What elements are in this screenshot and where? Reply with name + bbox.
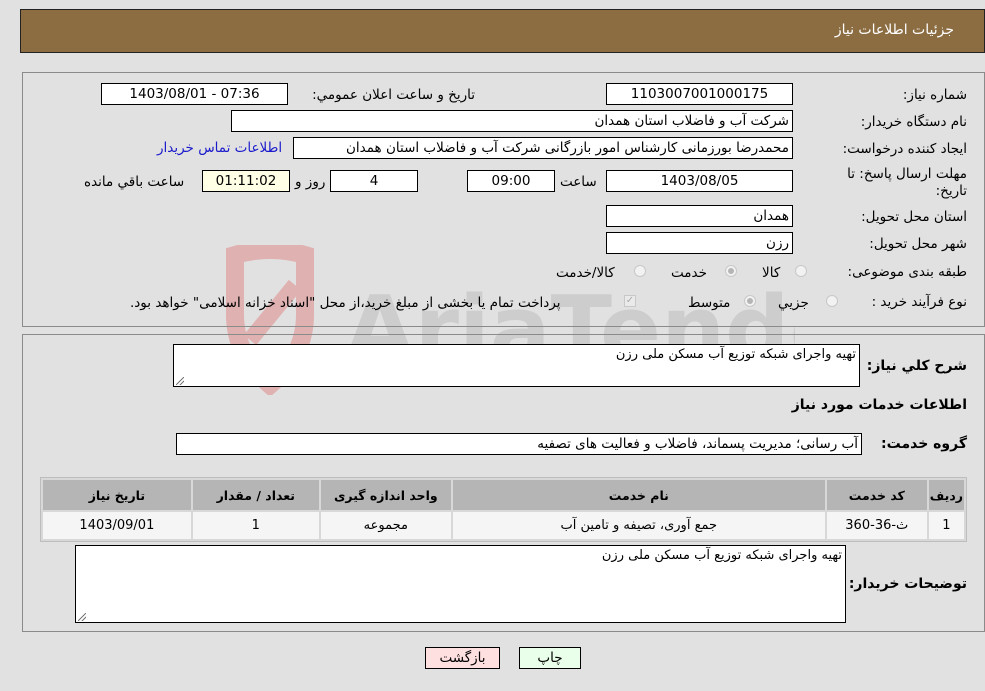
- category-radio-goods[interactable]: [795, 265, 807, 277]
- cell-need-date: 1403/09/01: [43, 512, 191, 539]
- col-quantity: تعداد / مقدار: [192, 480, 319, 510]
- buyer-notes-textarea[interactable]: تهیه واجرای شبکه توزیع آب مسکن ملی رزن: [75, 545, 846, 623]
- summary-textarea[interactable]: تهیه واجرای شبکه توزیع آب مسکن ملی رزن: [173, 344, 860, 387]
- deadline-date-field: 1403/08/05: [606, 170, 793, 192]
- deadline-time-field: 09:00: [467, 170, 555, 192]
- table-row: 1 ث-36-360 جمع آوری، تصیفه و تامین آب مج…: [43, 512, 964, 539]
- col-row-number: ردیف: [928, 480, 964, 510]
- cell-service-code: ث-36-360: [826, 512, 927, 539]
- col-service-code: کد خدمت: [826, 480, 927, 510]
- back-button[interactable]: بازگشت: [425, 647, 500, 669]
- resize-handle-icon[interactable]: [78, 613, 86, 621]
- cell-quantity: 1: [192, 512, 319, 539]
- category-option-goods: کالا: [762, 265, 781, 281]
- cell-service-name: جمع آوری، تصیفه و تامین آب: [452, 512, 825, 539]
- need-number-label: شماره نیاز:: [902, 87, 967, 103]
- category-label: طبقه بندی موضوعی:: [847, 264, 967, 280]
- cell-row-number: 1: [928, 512, 964, 539]
- creator-label: ایجاد کننده درخواست:: [842, 141, 967, 157]
- print-button[interactable]: چاپ: [519, 647, 581, 669]
- treasury-checkbox[interactable]: ✓: [624, 295, 636, 307]
- deadline-label-date: تاریخ:: [935, 183, 967, 199]
- service-group-label: گروه خدمت:: [881, 436, 967, 452]
- announce-label: تاریخ و ساعت اعلان عمومي:: [312, 87, 475, 103]
- province-label: استان محل تحویل:: [861, 209, 967, 225]
- category-radio-goods-service[interactable]: [634, 265, 646, 277]
- page-title: جزئیات اطلاعات نیاز: [834, 22, 954, 38]
- process-option-medium: متوسط: [688, 295, 731, 311]
- days-label: روز و: [295, 174, 326, 190]
- process-label: نوع فرآیند خرید :: [871, 294, 967, 310]
- buyer-notes-label: توضیحات خریدار:: [848, 576, 967, 592]
- need-number-field: 1103007001000175: [606, 83, 793, 105]
- service-group-field: آب رسانی؛ مدیریت پسماند، فاضلاب و فعالیت…: [176, 433, 862, 455]
- buyer-org-field: شرکت آب و فاضلاب استان همدان: [231, 110, 793, 132]
- deadline-time-label: ساعت: [560, 174, 597, 190]
- creator-field: محمدرضا بورزمانی کارشناس امور بازرگانی ش…: [293, 137, 793, 159]
- category-radio-service[interactable]: [725, 265, 737, 277]
- remaining-days-field: 4: [330, 170, 418, 192]
- col-service-name: نام خدمت: [452, 480, 825, 510]
- page-header: جزئیات اطلاعات نیاز: [20, 9, 985, 53]
- process-option-minor: جزيي: [778, 295, 809, 311]
- process-radio-minor[interactable]: [826, 295, 838, 307]
- services-table: ردیف کد خدمت نام خدمت واحد اندازه گیری ت…: [40, 477, 967, 542]
- city-field: رزن: [606, 232, 793, 254]
- remaining-label: ساعت باقي مانده: [84, 174, 185, 190]
- services-table-wrap: ردیف کد خدمت نام خدمت واحد اندازه گیری ت…: [40, 477, 967, 542]
- table-header-row: ردیف کد خدمت نام خدمت واحد اندازه گیری ت…: [43, 480, 964, 510]
- province-field: همدان: [606, 205, 793, 227]
- cell-unit: مجموعه: [320, 512, 451, 539]
- remaining-time-field: 01:11:02: [202, 170, 290, 192]
- announce-datetime-field: 1403/08/01 - 07:36: [101, 83, 288, 105]
- col-unit: واحد اندازه گیری: [320, 480, 451, 510]
- category-option-goods-service: کالا/خدمت: [556, 265, 615, 281]
- city-label: شهر محل تحویل:: [869, 236, 967, 252]
- buyer-org-label: نام دستگاه خریدار:: [860, 114, 967, 130]
- buyer-contact-link[interactable]: اطلاعات تماس خریدار: [157, 140, 282, 156]
- col-need-date: تاریخ نیاز: [43, 480, 191, 510]
- resize-handle-icon[interactable]: [176, 377, 184, 385]
- buyer-notes-text: تهیه واجرای شبکه توزیع آب مسکن ملی رزن: [601, 548, 842, 563]
- services-heading: اطلاعات خدمات مورد نیاز: [791, 397, 967, 413]
- summary-text: تهیه واجرای شبکه توزیع آب مسکن ملی رزن: [615, 347, 856, 362]
- summary-label: شرح كلي نیاز:: [866, 358, 967, 374]
- process-radio-medium[interactable]: [744, 295, 756, 307]
- category-option-service: خدمت: [671, 265, 707, 281]
- deadline-label: مهلت ارسال پاسخ: تا: [847, 166, 967, 182]
- treasury-note: پرداخت تمام یا بخشی از مبلغ خرید،از محل …: [130, 295, 561, 311]
